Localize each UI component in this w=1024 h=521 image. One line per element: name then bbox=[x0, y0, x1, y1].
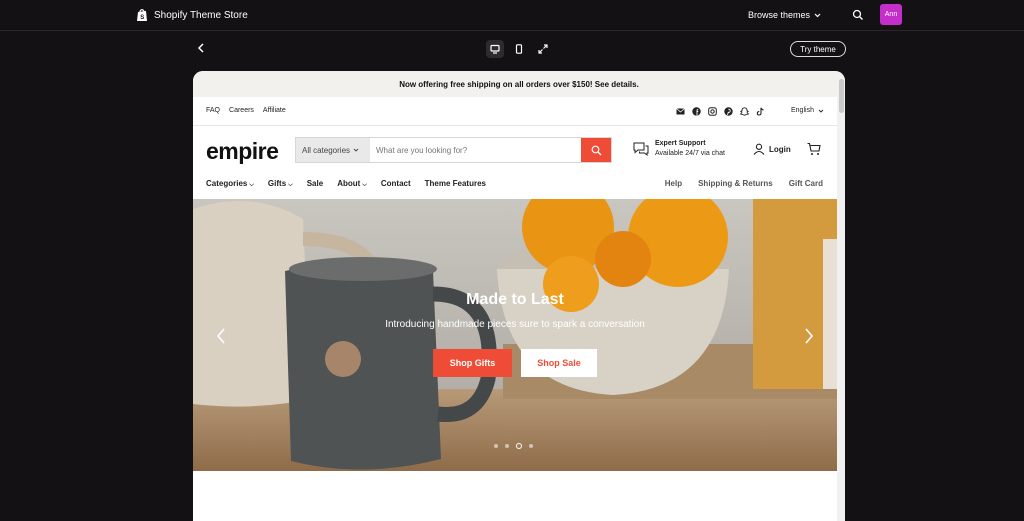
nav-label: About bbox=[337, 179, 361, 188]
back-arrow-icon[interactable] bbox=[196, 42, 206, 54]
chevron-down-icon: ⌵ bbox=[362, 182, 367, 188]
utility-link-careers[interactable]: Careers bbox=[229, 107, 254, 114]
search-submit-button[interactable] bbox=[581, 138, 611, 162]
theme-store-topbar: S Shopify Theme Store Browse themes Ann bbox=[0, 0, 1024, 31]
theme-store-brand[interactable]: S Shopify Theme Store bbox=[136, 8, 248, 22]
store-header: empire All categories Expert Support Ava… bbox=[193, 126, 837, 172]
nav-item-categories[interactable]: Categories ⌵ bbox=[206, 179, 254, 189]
nav-label: Categories bbox=[206, 179, 248, 188]
facebook-icon[interactable] bbox=[691, 106, 701, 116]
email-icon[interactable] bbox=[675, 106, 685, 116]
support-subtitle: Available 24/7 via chat bbox=[655, 150, 725, 157]
slide-dot[interactable] bbox=[529, 444, 533, 448]
slide-dot[interactable] bbox=[494, 444, 498, 448]
preview-controls: Try theme bbox=[0, 31, 1024, 69]
hero-slideshow: Made to Last Introducing handmade pieces… bbox=[193, 199, 837, 471]
announcement-bar[interactable]: Now offering free shipping on all orders… bbox=[193, 71, 845, 97]
nav-item-about[interactable]: About ⌵ bbox=[337, 179, 367, 189]
fullscreen-icon bbox=[538, 44, 548, 54]
desktop-view-button[interactable] bbox=[486, 40, 504, 58]
tiktok-icon[interactable] bbox=[755, 106, 765, 116]
fullscreen-button[interactable] bbox=[534, 40, 552, 58]
nav-label: Gifts bbox=[267, 179, 287, 188]
store-logo[interactable]: empire bbox=[206, 138, 279, 165]
hero-image bbox=[193, 199, 837, 471]
nav-item-contact[interactable]: Contact bbox=[381, 179, 411, 189]
content-below-hero bbox=[193, 471, 837, 521]
utility-bar: FAQ Careers Affiliate English bbox=[193, 97, 837, 126]
login-link[interactable]: Login bbox=[753, 143, 791, 155]
pinterest-icon[interactable] bbox=[723, 106, 733, 116]
browse-themes-label: Browse themes bbox=[748, 10, 811, 20]
preview-scrollbar[interactable] bbox=[837, 71, 845, 521]
main-navigation: Categories ⌵ Gifts ⌵ Sale About ⌵ Contact T… bbox=[193, 172, 837, 199]
chevron-down-icon: ⌵ bbox=[288, 182, 293, 188]
nav-item-gifts[interactable]: Gifts ⌵ bbox=[268, 179, 293, 189]
support-title: Expert Support bbox=[655, 140, 706, 147]
avatar-initials: Ann bbox=[884, 11, 898, 18]
store-search: All categories bbox=[295, 137, 612, 163]
chevron-right-icon[interactable] bbox=[803, 327, 815, 345]
shop-sale-button[interactable]: Shop Sale bbox=[521, 349, 597, 377]
try-theme-label: Try theme bbox=[800, 44, 836, 54]
utility-link-faq[interactable]: FAQ bbox=[206, 107, 220, 114]
nav-item-gift-card[interactable]: Gift Card bbox=[789, 179, 823, 188]
slide-dot-active[interactable] bbox=[516, 443, 522, 449]
chevron-down-icon: ⌵ bbox=[249, 182, 254, 188]
nav-item-help[interactable]: Help bbox=[665, 179, 682, 188]
utility-link-affiliate[interactable]: Affiliate bbox=[263, 107, 286, 114]
mobile-view-button[interactable] bbox=[510, 40, 528, 58]
mobile-icon bbox=[515, 44, 523, 54]
chevron-down-icon bbox=[353, 148, 359, 152]
search-icon[interactable] bbox=[852, 9, 864, 21]
utility-links: FAQ Careers Affiliate bbox=[206, 107, 286, 114]
social-icons bbox=[675, 106, 765, 116]
snapchat-icon[interactable] bbox=[739, 106, 749, 116]
user-icon bbox=[753, 143, 765, 155]
browse-themes-dropdown[interactable]: Browse themes bbox=[748, 10, 821, 20]
chevron-down-icon bbox=[814, 13, 821, 17]
expert-support[interactable]: Expert Support Available 24/7 via chat bbox=[633, 139, 725, 159]
search-input[interactable] bbox=[370, 138, 581, 162]
nav-item-sale[interactable]: Sale bbox=[307, 179, 323, 189]
hero-title: Made to Last bbox=[466, 291, 564, 308]
desktop-icon bbox=[490, 44, 500, 54]
language-label: English bbox=[791, 107, 814, 114]
cart-icon[interactable] bbox=[807, 142, 821, 156]
slide-dot[interactable] bbox=[505, 444, 509, 448]
search-category-select[interactable]: All categories bbox=[296, 138, 370, 162]
chevron-left-icon[interactable] bbox=[215, 327, 227, 345]
chat-bubbles-icon bbox=[633, 142, 649, 156]
announcement-text: Now offering free shipping on all orders… bbox=[399, 79, 639, 89]
language-selector[interactable]: English bbox=[791, 107, 824, 114]
shop-gifts-button[interactable]: Shop Gifts bbox=[433, 349, 512, 377]
store-preview-frame: Now offering free shipping on all orders… bbox=[193, 71, 845, 521]
user-avatar[interactable]: Ann bbox=[880, 4, 902, 25]
svg-text:S: S bbox=[140, 15, 144, 21]
search-icon bbox=[591, 145, 601, 155]
app-title: Shopify Theme Store bbox=[154, 9, 248, 21]
slide-indicators bbox=[494, 443, 533, 449]
instagram-icon[interactable] bbox=[707, 106, 717, 116]
nav-item-shipping-returns[interactable]: Shipping & Returns bbox=[698, 179, 773, 188]
search-category-label: All categories bbox=[302, 145, 351, 155]
scroll-thumb[interactable] bbox=[839, 79, 844, 113]
login-label: Login bbox=[769, 144, 791, 154]
shopify-bag-icon: S bbox=[137, 9, 147, 21]
chevron-down-icon bbox=[818, 109, 824, 113]
try-theme-button[interactable]: Try theme bbox=[790, 41, 846, 57]
nav-item-theme-features[interactable]: Theme Features bbox=[425, 179, 486, 189]
hero-subtitle: Introducing handmade pieces sure to spar… bbox=[385, 319, 645, 330]
